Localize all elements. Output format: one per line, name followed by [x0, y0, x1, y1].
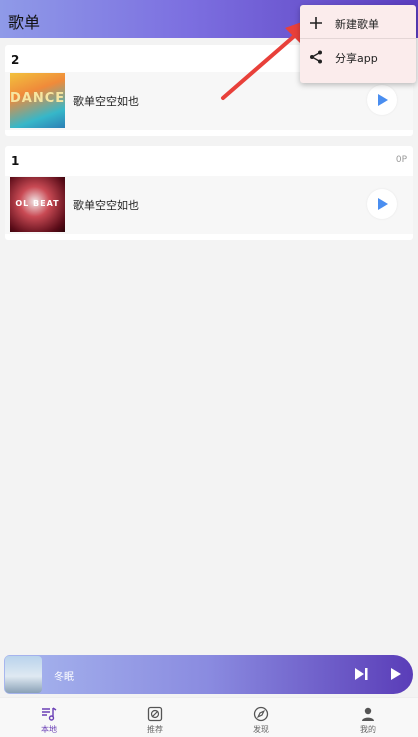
- nav-item-local[interactable]: 本地: [19, 698, 79, 737]
- nav-label: 发现: [253, 725, 269, 734]
- share-icon: [310, 50, 322, 64]
- player-song-title: 冬眠: [54, 672, 74, 683]
- skip-next-icon[interactable]: [353, 667, 369, 681]
- menu-item-label: 新建歌单: [335, 18, 379, 31]
- playlist-card: 1 0P OL BEAT 歌单空空如也: [5, 146, 413, 240]
- play-icon: [378, 198, 388, 210]
- player-play-icon[interactable]: [388, 667, 404, 681]
- cover-logo-text: OL BEAT: [15, 199, 60, 208]
- playlist-count: 1: [11, 154, 20, 168]
- playlist-extra: 0P: [395, 155, 407, 165]
- nav-label: 本地: [41, 725, 57, 734]
- menu-item-share-app[interactable]: 分享app: [300, 41, 416, 73]
- cover-logo-text: DANCE: [10, 91, 65, 106]
- overflow-menu: 新建歌单 分享app: [300, 5, 416, 83]
- playlist-count: 2: [11, 53, 20, 67]
- playlist-row[interactable]: OL BEAT 歌单空空如也: [5, 176, 413, 234]
- plus-icon: [310, 17, 322, 29]
- nav-item-mine[interactable]: 我的: [338, 698, 398, 737]
- play-button[interactable]: [367, 85, 397, 115]
- playlist-row-title: 歌单空空如也: [73, 95, 139, 108]
- nav-label: 我的: [360, 725, 376, 734]
- play-icon: [378, 94, 388, 106]
- menu-item-new-playlist[interactable]: 新建歌单: [300, 7, 416, 39]
- music-note-icon: [42, 707, 57, 721]
- playlist-row-title: 歌单空空如也: [73, 199, 139, 212]
- nav-item-recommend[interactable]: 推荐: [125, 698, 185, 737]
- playlist-cover: DANCE: [10, 73, 65, 128]
- bottom-nav: 本地 推荐 发现 我的: [0, 697, 418, 737]
- playlist-cover: OL BEAT: [10, 177, 65, 232]
- recommend-icon: [147, 706, 163, 722]
- mini-player[interactable]: 冬眠: [4, 655, 413, 694]
- compass-icon: [253, 706, 269, 722]
- page-title: 歌单: [8, 13, 41, 32]
- person-icon: [362, 707, 374, 721]
- play-button[interactable]: [367, 189, 397, 219]
- menu-item-label: 分享app: [335, 52, 378, 65]
- nav-label: 推荐: [147, 725, 163, 734]
- player-cover: [5, 656, 42, 693]
- nav-item-discover[interactable]: 发现: [231, 698, 291, 737]
